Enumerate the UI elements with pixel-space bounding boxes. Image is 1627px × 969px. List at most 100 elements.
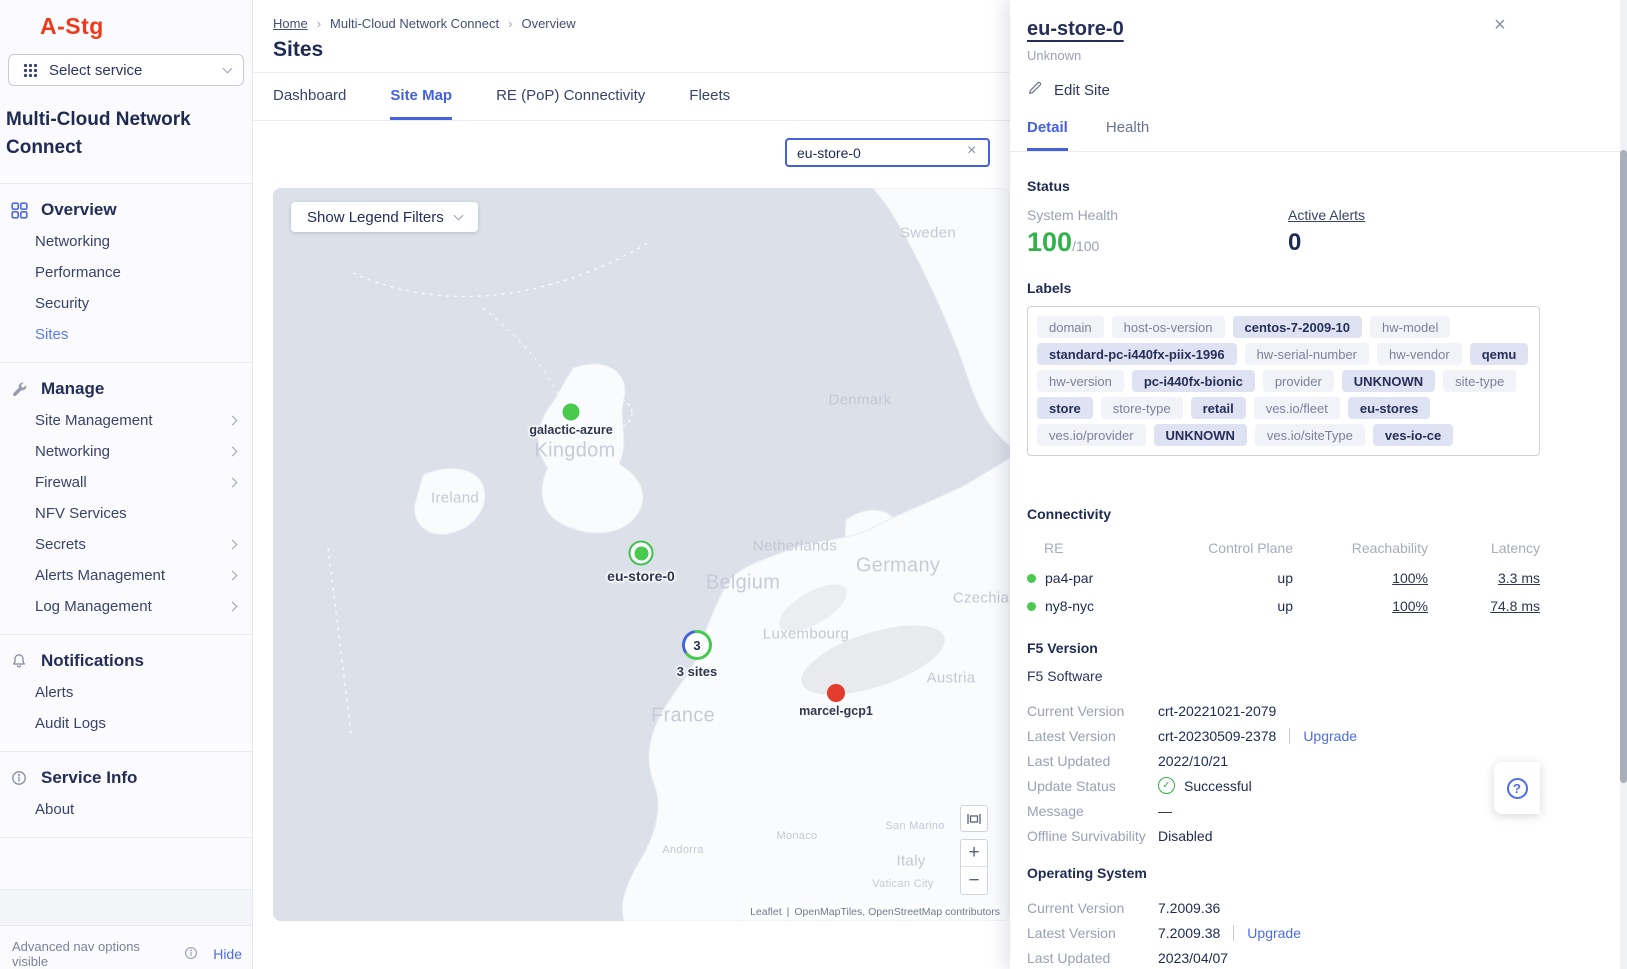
breadcrumb-service[interactable]: Multi-Cloud Network Connect xyxy=(330,16,499,31)
sidebar-item-secrets[interactable]: Secrets xyxy=(0,529,252,560)
country-label: Andorra xyxy=(662,844,703,856)
scrollbar-thumb[interactable] xyxy=(1620,150,1627,783)
map-cluster-marker[interactable]: 3 xyxy=(680,628,714,662)
kv-label: Last Updated xyxy=(1027,753,1158,769)
clear-search-icon[interactable]: × xyxy=(967,142,976,160)
map-marker-eu-store-0[interactable] xyxy=(629,541,654,566)
label-tag: retail xyxy=(1191,397,1246,419)
kv-label: Message xyxy=(1027,803,1158,819)
nav-header-notifications[interactable]: Notifications xyxy=(0,651,252,671)
zoom-out-button[interactable]: − xyxy=(961,867,987,894)
sidebar-bottom: Advanced nav options visible Hide xyxy=(0,889,252,969)
sidebar-item-networking[interactable]: Networking xyxy=(0,226,252,257)
active-alerts-value: 0 xyxy=(1288,229,1603,257)
kv-value: 2023/04/07 xyxy=(1158,950,1228,966)
sidebar-item-security[interactable]: Security xyxy=(0,288,252,319)
column-header: Latency xyxy=(1428,540,1540,556)
system-health-label: System Health xyxy=(1027,207,1288,223)
nav-header-label: Overview xyxy=(41,200,117,220)
select-service-dropdown[interactable]: Select service xyxy=(8,54,244,86)
tab-health[interactable]: Health xyxy=(1106,119,1149,151)
nav-header-label: Manage xyxy=(41,379,104,399)
latency-link[interactable]: 3.3 ms xyxy=(1498,570,1540,586)
page-scrollbar[interactable] xyxy=(1620,0,1627,969)
tab-fleets[interactable]: Fleets xyxy=(689,87,730,120)
tab-dashboard[interactable]: Dashboard xyxy=(273,87,346,120)
hide-nav-link[interactable]: Hide xyxy=(213,946,242,962)
kv-row-current-version: Current Version 7.2009.36 xyxy=(1027,895,1603,920)
label-tag: standard-pc-i440fx-piix-1996 xyxy=(1037,343,1237,365)
help-button[interactable]: ? xyxy=(1494,762,1540,814)
sidebar-item-label: Log Management xyxy=(35,598,152,615)
tiles-attribution-link[interactable]: OpenMapTiles, OpenStreetMap contributors xyxy=(794,906,1000,918)
site-title-link[interactable]: eu-store-0 xyxy=(1027,18,1124,41)
map-marker-marcel-gcp1[interactable] xyxy=(827,684,845,702)
nav-section-service-info: Service Info About xyxy=(0,752,252,838)
reachability-link[interactable]: 100% xyxy=(1392,598,1428,614)
latency-link[interactable]: 74.8 ms xyxy=(1490,598,1540,614)
kv-value: Disabled xyxy=(1158,828,1212,844)
sidebar-item-log-management[interactable]: Log Management xyxy=(0,591,252,622)
label-tag: host-os-version xyxy=(1112,316,1225,338)
nav-section-overview: Overview Networking Performance Security… xyxy=(0,184,252,363)
active-alerts-link[interactable]: Active Alerts xyxy=(1288,207,1603,223)
nav-header-manage[interactable]: Manage xyxy=(0,379,252,399)
sidebar-item-label: Networking xyxy=(35,443,110,460)
show-legend-filters-button[interactable]: Show Legend Filters xyxy=(291,202,478,232)
sidebar-item-networking-manage[interactable]: Networking xyxy=(0,436,252,467)
breadcrumb-overview[interactable]: Overview xyxy=(521,16,575,31)
kv-row-latest-version: Latest Version 7.2009.38 Upgrade xyxy=(1027,920,1603,945)
site-search-input[interactable] xyxy=(785,138,990,167)
upgrade-link[interactable]: Upgrade xyxy=(1289,728,1357,744)
sidebar-item-label: Secrets xyxy=(35,536,86,553)
sidebar-item-label: Security xyxy=(35,295,89,312)
sidebar-spacer xyxy=(0,889,252,926)
close-icon[interactable]: × xyxy=(1494,14,1506,37)
sidebar-item-about[interactable]: About xyxy=(0,794,252,825)
chevron-right-icon xyxy=(228,540,238,550)
sidebar-item-label: Alerts xyxy=(35,684,73,701)
status-heading: Status xyxy=(1027,178,1603,194)
reachability-link[interactable]: 100% xyxy=(1392,570,1428,586)
map-marker-label: eu-store-0 xyxy=(607,568,675,584)
sidebar-item-site-management[interactable]: Site Management xyxy=(0,405,252,436)
map-attribution: Leaflet | OpenMapTiles, OpenStreetMap co… xyxy=(745,905,1005,919)
map-cluster-label: 3 sites xyxy=(677,664,717,679)
sidebar-item-performance[interactable]: Performance xyxy=(0,257,252,288)
tab-re-pop-connectivity[interactable]: RE (PoP) Connectivity xyxy=(496,87,645,120)
sidebar-item-audit-logs[interactable]: Audit Logs xyxy=(0,708,252,739)
sidebar-item-alerts-management[interactable]: Alerts Management xyxy=(0,560,252,591)
map-marker-galactic-azure[interactable] xyxy=(563,404,580,421)
sidebar-item-label: Firewall xyxy=(35,474,87,491)
table-row: ny8-nyc up 100% 74.8 ms xyxy=(1027,592,1540,620)
zoom-in-button[interactable]: + xyxy=(961,840,987,867)
upgrade-link[interactable]: Upgrade xyxy=(1233,925,1301,941)
kv-row-offline-survivability: Offline Survivability Disabled xyxy=(1027,823,1603,848)
tab-site-map[interactable]: Site Map xyxy=(390,87,452,120)
kv-value: — xyxy=(1158,803,1172,819)
country-label: Germany xyxy=(856,555,940,578)
info-icon xyxy=(10,770,28,786)
nav-header-overview[interactable]: Overview xyxy=(0,200,252,220)
breadcrumb-home[interactable]: Home xyxy=(273,16,308,31)
sidebar-item-label: NFV Services xyxy=(35,505,127,522)
sidebar-item-sites[interactable]: Sites xyxy=(0,319,252,350)
leaflet-link[interactable]: Leaflet xyxy=(750,906,782,918)
nav-header-service-info[interactable]: Service Info xyxy=(0,768,252,788)
sidebar-footer: Advanced nav options visible Hide xyxy=(0,926,252,969)
country-label: Belgium xyxy=(706,572,780,595)
select-service-label: Select service xyxy=(49,62,142,79)
column-header: RE xyxy=(1027,540,1143,556)
label-tag: hw-model xyxy=(1370,316,1450,338)
sidebar-item-alerts[interactable]: Alerts xyxy=(0,677,252,708)
sidebar-item-nfv-services[interactable]: NFV Services xyxy=(0,498,252,529)
fit-bounds-button[interactable] xyxy=(960,805,988,832)
chevron-right-icon xyxy=(228,416,238,426)
label-tag: provider xyxy=(1263,370,1334,392)
label-tag: ves.io/siteType xyxy=(1255,424,1365,446)
sidebar-item-firewall[interactable]: Firewall xyxy=(0,467,252,498)
edit-site-button[interactable]: Edit Site xyxy=(1027,80,1603,101)
site-map[interactable]: Show Legend Filters Sweden Denmark Kingd… xyxy=(273,188,1010,921)
tab-detail[interactable]: Detail xyxy=(1027,119,1068,151)
table-row: pa4-par up 100% 3.3 ms xyxy=(1027,564,1540,592)
